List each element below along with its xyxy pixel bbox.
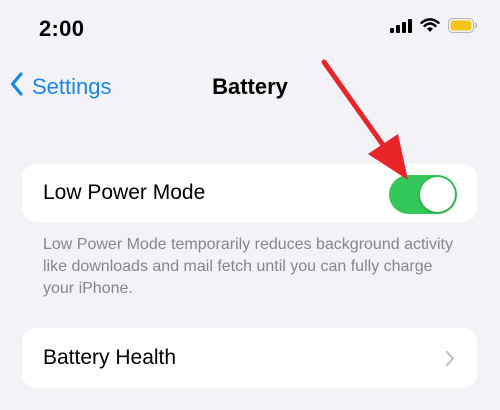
low-power-mode-label: Low Power Mode: [43, 181, 206, 204]
low-power-mode-toggle[interactable]: [389, 175, 457, 214]
cellular-signal-icon: [390, 18, 412, 38]
low-power-mode-description: Low Power Mode temporarily reduces backg…: [43, 236, 453, 297]
battery-health-row[interactable]: Battery Health: [22, 328, 477, 388]
wifi-icon: [420, 18, 440, 38]
nav-bar: Settings Battery: [0, 60, 500, 118]
battery-icon: [448, 18, 478, 38]
status-time: 2:00: [39, 16, 85, 41]
chevron-right-icon: [445, 350, 455, 372]
battery-health-label: Battery Health: [43, 346, 177, 369]
toggle-knob: [420, 177, 455, 212]
low-power-mode-row: Low Power Mode: [22, 164, 477, 222]
status-icons: [390, 18, 478, 38]
page-title: Battery: [212, 74, 288, 99]
status-bar: 2:00: [0, 0, 500, 60]
